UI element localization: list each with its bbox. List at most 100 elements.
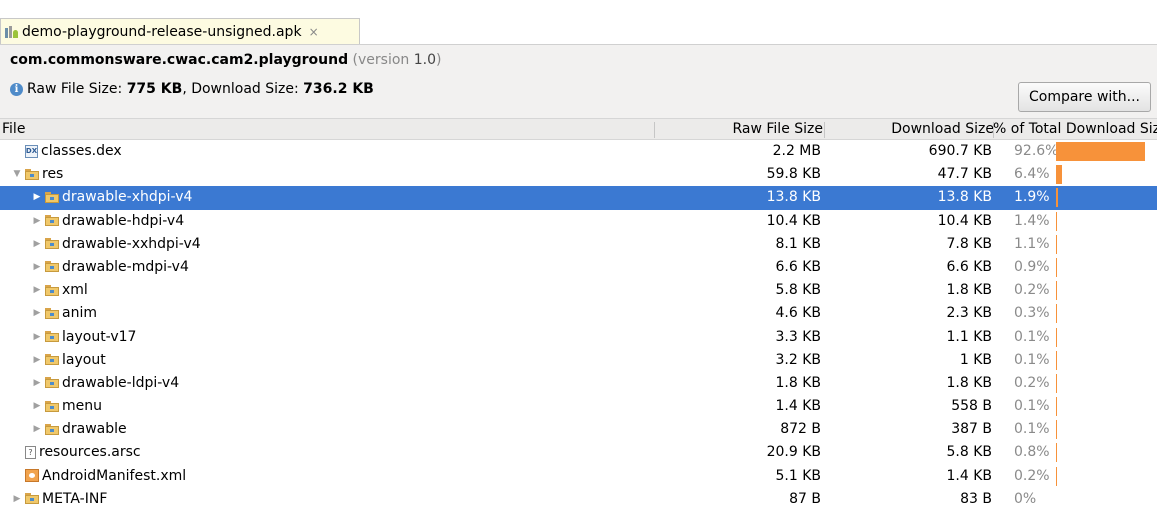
arsc-icon: ? [25,445,36,459]
download-size-cell: 2.3 KB [946,305,993,322]
expand-arrow-icon[interactable]: ▶ [32,355,42,365]
percent-bar [1056,420,1057,440]
apk-file-tab[interactable]: demo-playground-release-unsigned.apk × [0,18,360,44]
download-size-cell: 7.8 KB [946,235,993,252]
table-row[interactable]: ▶ drawable 872 B 387 B 0.1% [0,418,1157,441]
file-name-cell: ▶ drawable [32,421,127,437]
package-name: com.commonsware.cwac.cam2.playground [10,52,349,68]
percent-bar [1056,188,1058,208]
folder-icon [45,400,59,412]
percent-cell: 1.1% [1014,235,1050,252]
table-row[interactable]: ▶ anim 4.6 KB 2.3 KB 0.3% [0,302,1157,325]
expand-arrow-icon[interactable]: ▶ [32,216,42,226]
expand-arrow-icon[interactable]: ▶ [32,332,42,342]
file-name: res [42,166,64,183]
percent-cell: 6.4% [1014,166,1050,183]
download-size-cell: 6.6 KB [946,258,993,275]
file-name: resources.arsc [39,444,141,461]
table-row[interactable]: ▶ menu 1.4 KB 558 B 0.1% [0,395,1157,418]
raw-size-cell: 59.8 KB [766,166,821,183]
table-row[interactable]: ▶ META-INF 87 B 83 B 0% [0,488,1157,511]
percent-cell: 1.9% [1014,189,1050,206]
column-separator[interactable] [824,122,825,138]
percent-cell: 0.2% [1014,374,1050,391]
table-row[interactable]: ▼ res 59.8 KB 47.7 KB 6.4% [0,163,1157,186]
apk-contents-table: File Raw File Size Download Size % of To… [0,118,1157,521]
table-row[interactable]: ? resources.arsc 20.9 KB 5.8 KB 0.8% [0,441,1157,464]
expand-arrow-icon[interactable]: ▶ [32,308,42,318]
size-summary: i Raw File Size: 775 KB, Download Size: … [10,81,374,97]
column-header-file[interactable]: File [2,121,25,137]
folder-icon [45,331,59,342]
table-row[interactable]: AndroidManifest.xml 5.1 KB 1.4 KB 0.2% [0,465,1157,488]
expand-arrow-icon[interactable]: ▶ [32,424,42,434]
table-row[interactable]: DX classes.dex 2.2 MB 690.7 KB 92.6% [0,140,1157,163]
download-size-cell: 5.8 KB [946,444,993,461]
raw-size-cell: 3.2 KB [775,351,822,368]
expand-arrow-icon[interactable]: ▶ [32,401,42,411]
percent-bar [1056,443,1057,463]
folder-icon [45,191,59,203]
version-number: 1.0 [413,52,437,68]
file-name: drawable-xhdpi-v4 [62,189,193,206]
expand-arrow-icon[interactable]: ▶ [32,192,42,202]
raw-size-cell: 2.2 MB [772,143,821,159]
file-name-cell: ▶ drawable-ldpi-v4 [32,374,180,391]
table-row[interactable]: ▶ drawable-xhdpi-v4 13.8 KB 13.8 KB 1.9% [0,186,1157,210]
percent-cell: 1.4% [1014,212,1050,229]
table-row[interactable]: ▶ drawable-mdpi-v4 6.6 KB 6.6 KB 0.9% [0,256,1157,279]
expand-arrow-icon[interactable]: ▶ [32,262,42,272]
download-size-label: , Download Size: [182,81,304,97]
apk-info-panel: com.commonsware.cwac.cam2.playground (ve… [0,44,1157,119]
file-name-cell: ▶ menu [32,398,102,414]
table-row[interactable]: ▶ drawable-ldpi-v4 1.8 KB 1.8 KB 0.2% [0,372,1157,395]
file-name: AndroidManifest.xml [42,467,187,484]
percent-cell: 92.6% [1014,143,1059,159]
download-size-cell: 1 KB [959,351,992,368]
tab-title: demo-playground-release-unsigned.apk [22,23,302,40]
file-name: drawable-xxhdpi-v4 [62,235,201,252]
percent-bar [1056,304,1057,324]
file-name: menu [62,398,102,415]
download-size-cell: 13.8 KB [937,189,992,206]
expand-arrow-icon[interactable]: ▶ [32,378,42,388]
file-name: layout-v17 [62,328,137,345]
expand-arrow-icon[interactable]: ▶ [32,239,42,249]
download-size-cell: 1.8 KB [946,282,993,299]
raw-size-cell: 20.9 KB [766,444,821,461]
column-header-download-size[interactable]: Download Size [891,121,994,137]
download-size-cell: 10.4 KB [937,212,992,229]
file-name: META-INF [42,490,108,507]
file-name-cell: ▶ drawable-xxhdpi-v4 [32,236,201,252]
file-name: drawable-ldpi-v4 [62,374,180,391]
percent-bar [1056,211,1057,231]
raw-size-value: 775 KB [126,81,183,97]
folder-icon [45,238,59,250]
column-header-percent[interactable]: % of Total Download Size [993,121,1157,137]
table-row[interactable]: ▶ drawable-xxhdpi-v4 8.1 KB 7.8 KB 1.1% [0,233,1157,256]
table-row[interactable]: ▶ xml 5.8 KB 1.8 KB 0.2% [0,279,1157,302]
download-size-cell: 47.7 KB [937,166,992,183]
expand-arrow-icon[interactable]: ▶ [12,494,22,504]
file-name-cell: ▶ layout-v17 [32,328,137,345]
folder-icon [45,284,59,296]
close-icon[interactable]: × [309,25,319,39]
expanded-arrow-icon[interactable]: ▼ [12,169,22,179]
file-name-cell: ▶ drawable-xhdpi-v4 [32,189,193,206]
download-size-cell: 690.7 KB [928,143,992,159]
column-header-raw-size[interactable]: Raw File Size [732,121,823,137]
info-icon: i [10,82,23,96]
table-row[interactable]: ▶ drawable-hdpi-v4 10.4 KB 10.4 KB 1.4% [0,210,1157,233]
raw-size-cell: 1.4 KB [775,398,822,415]
download-size-cell: 1.8 KB [946,374,993,391]
expand-arrow-icon[interactable]: ▶ [32,285,42,295]
compare-with-button[interactable]: Compare with... [1018,82,1151,112]
table-header: File Raw File Size Download Size % of To… [0,118,1157,140]
editor-tab-strip: demo-playground-release-unsigned.apk × [0,0,1157,44]
folder-icon [45,377,59,389]
download-size-cell: 558 B [951,398,992,415]
column-separator[interactable] [654,122,655,138]
table-row[interactable]: ▶ layout-v17 3.3 KB 1.1 KB 0.1% [0,326,1157,349]
table-row[interactable]: ▶ layout 3.2 KB 1 KB 0.1% [0,349,1157,372]
percent-bar [1056,257,1057,277]
